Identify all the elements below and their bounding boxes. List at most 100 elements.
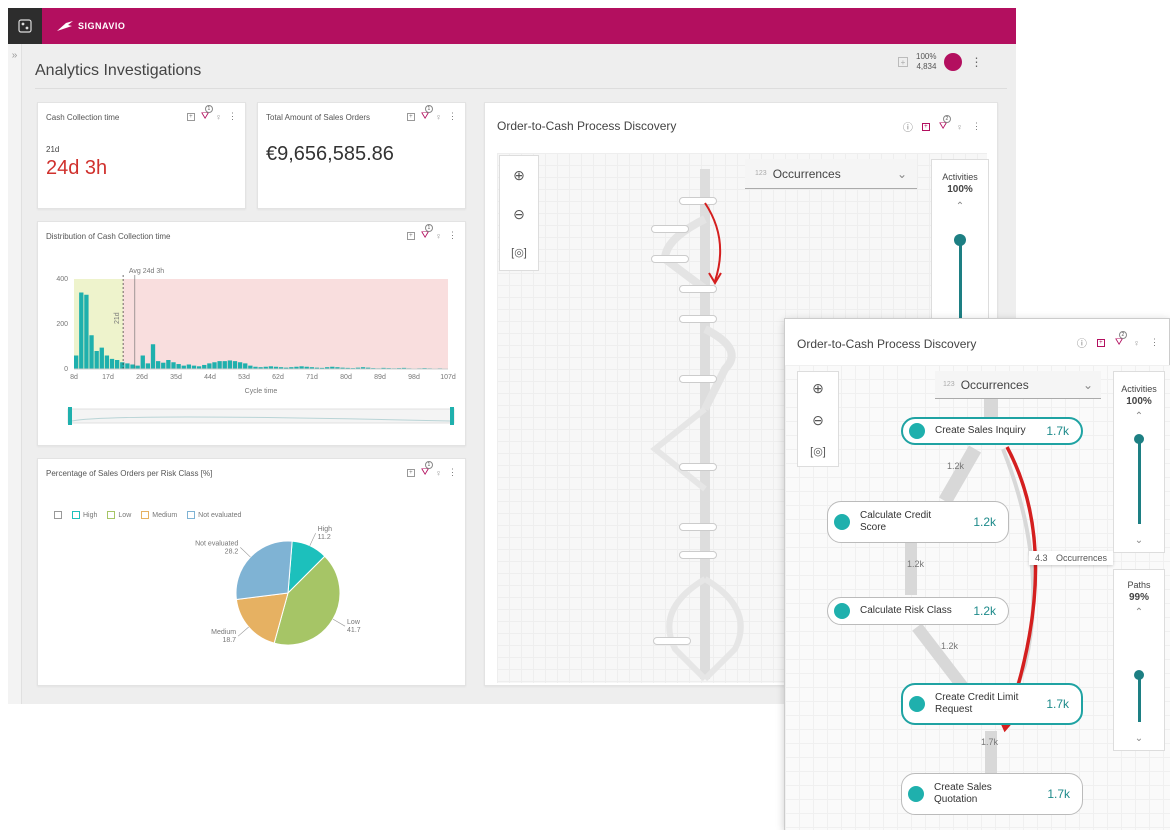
- histogram-bar: [166, 360, 171, 369]
- filter-icon[interactable]: ⛛ 1: [201, 105, 213, 122]
- slider-track[interactable]: [1138, 438, 1141, 524]
- x-tick-label: 62d: [272, 374, 284, 381]
- card-menu-icon[interactable]: ⋮: [972, 121, 981, 132]
- add-widget-button[interactable]: +: [898, 57, 908, 67]
- page-menu-icon[interactable]: ⋮: [970, 55, 982, 69]
- expand-icon[interactable]: +: [1096, 338, 1105, 347]
- panel-tools: ⓘ + ⛛ 2 ♀ ⋮: [1077, 331, 1159, 350]
- x-tick-label: 107d: [440, 374, 456, 381]
- insight-icon[interactable]: ♀: [435, 112, 442, 122]
- expand-icon[interactable]: +: [921, 122, 930, 131]
- collapse-rail[interactable]: »: [8, 44, 22, 704]
- pie-chart[interactable]: High11.2 Low41.7 Medium18.7 Not evaluated28…: [38, 515, 467, 685]
- filter-icon[interactable]: ⛛ 1: [421, 224, 433, 241]
- metric-select[interactable]: 123 Occurrences ⌄: [745, 159, 917, 189]
- highlight-arrow: [704, 202, 722, 285]
- expand-icon[interactable]: +: [186, 112, 195, 121]
- chevron-up-icon[interactable]: ⌃: [1114, 607, 1164, 618]
- expand-icon[interactable]: +: [406, 231, 415, 240]
- process-node[interactable]: Create Sales Quotation 1.7k: [901, 773, 1083, 815]
- zoom-in-icon[interactable]: ⊕: [513, 167, 525, 184]
- chevron-up-icon[interactable]: ⌃: [932, 201, 988, 212]
- app-switcher-icon: [18, 19, 32, 33]
- card-menu-icon[interactable]: ⋮: [448, 230, 457, 241]
- brush-handle-right: [450, 407, 454, 425]
- filter-icon[interactable]: ⛛ 2: [939, 115, 951, 132]
- histogram-bar: [130, 364, 135, 369]
- histogram-bar: [207, 363, 212, 369]
- slider-track[interactable]: [959, 240, 962, 324]
- info-icon[interactable]: ⓘ: [903, 119, 913, 134]
- histogram-bar: [145, 363, 151, 369]
- card-tools: + ⛛ 1 ♀ ⋮: [406, 224, 457, 241]
- risk-class-card: Percentage of Sales Orders per Risk Clas…: [37, 458, 466, 686]
- process-node-thumb[interactable]: [679, 523, 717, 531]
- slider-handle[interactable]: [1134, 670, 1144, 680]
- filter-count-badge: 2: [942, 115, 951, 123]
- card-tools: + ⛛ 1 ♀ ⋮: [406, 105, 457, 122]
- process-node[interactable]: Create Sales Inquiry 1.7k: [901, 417, 1083, 445]
- histogram-bar: [222, 361, 227, 369]
- chevron-up-icon[interactable]: ⌃: [1114, 411, 1164, 422]
- histogram-bar: [99, 347, 104, 369]
- process-node-thumb[interactable]: [679, 315, 717, 323]
- histogram-bar: [202, 364, 207, 369]
- process-node[interactable]: Create Credit Limit Request 1.7k: [901, 683, 1083, 725]
- zoom-out-icon[interactable]: ⊖: [513, 206, 525, 223]
- chevron-down-icon: ⌄: [896, 166, 907, 181]
- node-dot-icon: [909, 423, 925, 439]
- paths-slider-panel: Paths 99% ⌃ ⌄: [1113, 569, 1165, 751]
- process-node[interactable]: Calculate Risk Class 1.2k: [827, 597, 1009, 625]
- insight-icon[interactable]: ♀: [956, 122, 963, 132]
- brand-logo[interactable]: SIGNAVIO: [56, 20, 125, 32]
- slider-handle[interactable]: [954, 234, 966, 246]
- card-menu-icon[interactable]: ⋮: [448, 467, 457, 478]
- x-tick-label: 53d: [238, 374, 250, 381]
- insight-icon[interactable]: ♀: [435, 231, 442, 241]
- insight-icon[interactable]: ♀: [215, 112, 222, 122]
- fit-view-icon[interactable]: [◎]: [511, 246, 527, 259]
- filter-icon[interactable]: ⛛ 1: [421, 105, 433, 122]
- process-node-thumb[interactable]: [679, 375, 717, 383]
- panel-title: Order-to-Cash Process Discovery: [797, 337, 977, 351]
- filter-count-badge: 1: [424, 224, 433, 232]
- process-node[interactable]: Calculate Credit Score 1.2k: [827, 501, 1009, 543]
- slice-value-label: 28.2: [225, 548, 239, 555]
- filter-icon[interactable]: ⛛ 2: [1115, 331, 1127, 348]
- node-dot-icon: [908, 786, 924, 802]
- node-dot-icon: [834, 603, 850, 619]
- kpi-value: 24d 3h: [46, 157, 108, 179]
- chevron-down-icon[interactable]: ⌄: [1114, 535, 1164, 546]
- card-menu-icon[interactable]: ⋮: [448, 111, 457, 122]
- expand-icon[interactable]: +: [406, 112, 415, 121]
- card-title: Cash Collection time: [46, 113, 120, 122]
- node-dot-icon: [834, 514, 850, 530]
- process-node-thumb[interactable]: [651, 255, 689, 263]
- histogram-bar: [227, 360, 233, 369]
- node-dot-icon: [909, 696, 925, 712]
- panel-menu-icon[interactable]: ⋮: [1150, 337, 1159, 348]
- x-tick-label: 26d: [136, 374, 148, 381]
- filter-icon[interactable]: ⛛ 1: [421, 461, 433, 478]
- histogram-bar: [155, 361, 161, 369]
- pie-slice: [235, 540, 293, 601]
- chevron-down-icon[interactable]: ⌄: [1114, 733, 1164, 744]
- info-icon[interactable]: ⓘ: [1077, 335, 1087, 350]
- process-node-thumb[interactable]: [651, 225, 689, 233]
- process-node-thumb[interactable]: [679, 463, 717, 471]
- card-menu-icon[interactable]: ⋮: [228, 111, 237, 122]
- card-tools: + ⛛ 1 ♀ ⋮: [406, 461, 457, 478]
- insight-icon[interactable]: ♀: [435, 468, 442, 478]
- process-node-thumb[interactable]: [653, 637, 691, 645]
- histogram-bar: [79, 292, 84, 369]
- process-node-thumb[interactable]: [679, 551, 717, 559]
- slider-track[interactable]: [1138, 676, 1141, 722]
- histogram-bar: [191, 365, 197, 369]
- histogram-chart[interactable]: 0 200 400 Avg 24d 3h 21d 8d 17d 26d 35d 44d 53d 62d…: [38, 247, 467, 447]
- app-switcher-button[interactable]: [8, 8, 42, 44]
- insight-icon[interactable]: ♀: [1133, 338, 1140, 348]
- avatar[interactable]: [944, 53, 963, 71]
- expand-icon[interactable]: +: [406, 468, 415, 477]
- slider-handle[interactable]: [1134, 434, 1144, 444]
- y-tick-label: 400: [56, 276, 68, 283]
